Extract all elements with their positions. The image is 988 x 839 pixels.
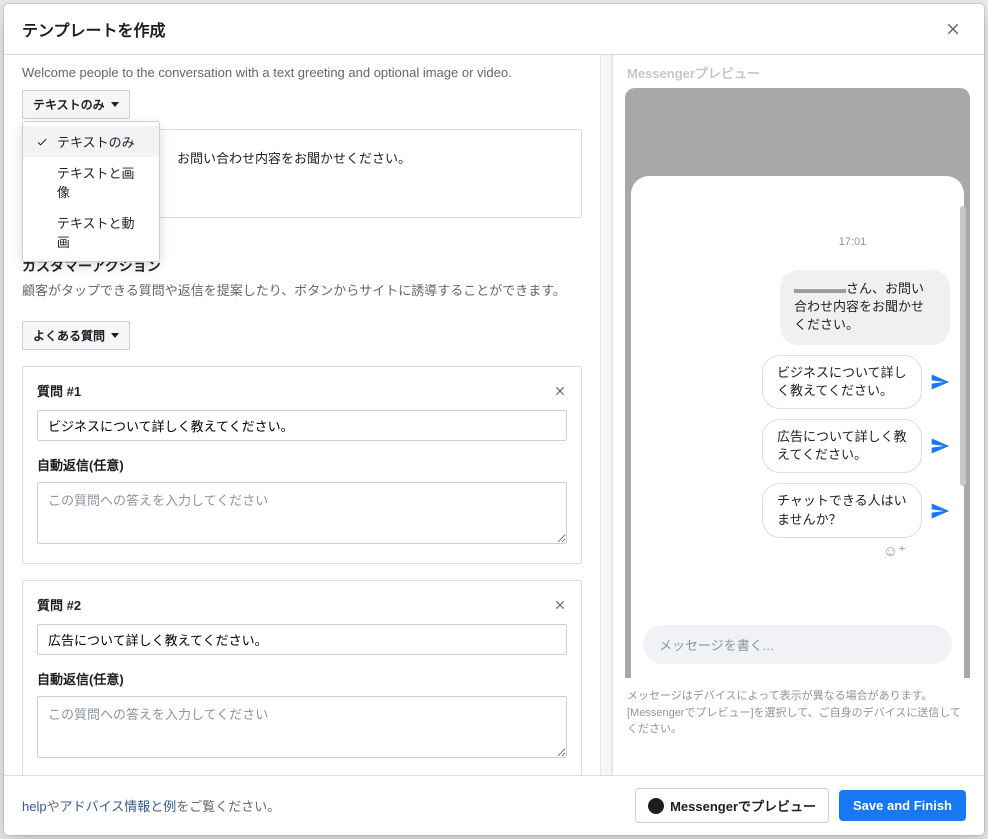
messenger-preview-button[interactable]: Messengerでプレビュー: [635, 788, 829, 823]
phone-scrollbar[interactable]: [960, 206, 966, 486]
question-2-input[interactable]: [37, 624, 567, 655]
auto-reply-2-textarea[interactable]: [37, 696, 567, 758]
footer-ya: や: [47, 799, 60, 814]
dropdown-item-label: テキストと動画: [57, 213, 147, 251]
close-icon: [553, 598, 567, 612]
suggestion-1-bubble[interactable]: ビジネスについて詳しく教えてください。: [762, 355, 922, 409]
dropdown-item-text-video[interactable]: テキストと動画: [23, 207, 159, 257]
footer-help-text: helpやアドバイス情報と例をご覧ください。: [22, 796, 280, 815]
dropdown-item-text-only[interactable]: テキストのみ: [23, 126, 159, 157]
greeting-bubble: ▬▬▬▬さん、お問い合わせ内容をお聞かせください。: [780, 270, 950, 345]
question-1-input[interactable]: [37, 410, 567, 441]
auto-reply-1-textarea[interactable]: [37, 482, 567, 544]
greeting-type-dropdown[interactable]: テキストのみ テキストのみ テキストと画像 テキストと動画: [22, 90, 130, 119]
close-icon: [553, 384, 567, 398]
suggestion-2-bubble[interactable]: 広告について詳しく教えてください。: [762, 419, 922, 473]
suggestion-row-3: チャットできる人はいませんか？: [645, 483, 950, 537]
customer-action-description: 顧客がタップできる質問や返信を提案したり、ボタンからサイトに誘導することができま…: [22, 280, 582, 299]
customer-action-dropdown[interactable]: よくある質問: [22, 321, 130, 350]
question-card-1: 質問 #1 自動返信(任意): [22, 366, 582, 564]
modal-footer: helpやアドバイス情報と例をご覧ください。 Messengerでプレビュー S…: [4, 775, 984, 835]
phone-frame: 17:01 ▬▬▬▬さん、お問い合わせ内容をお聞かせください。 ビジネスについて…: [625, 88, 970, 678]
footer-actions: Messengerでプレビュー Save and Finish: [635, 788, 966, 823]
left-panel-scrollbar[interactable]: [600, 55, 612, 775]
remove-question-1-button[interactable]: [553, 384, 567, 398]
save-finish-button[interactable]: Save and Finish: [839, 790, 966, 821]
left-panel: Welcome people to the conversation with …: [4, 55, 600, 775]
greeting-dropdown-button[interactable]: テキストのみ: [22, 90, 130, 119]
modal-window: テンプレートを作成 Welcome people to the conversa…: [4, 4, 984, 835]
dropdown-item-label: テキストと画像: [57, 163, 147, 201]
advice-link[interactable]: アドバイス情報と例: [60, 799, 177, 814]
help-link[interactable]: help: [22, 799, 47, 814]
question-header: 質問 #1: [37, 381, 567, 400]
greeting-description: Welcome people to the conversation with …: [22, 65, 582, 80]
auto-reply-2-label: 自動返信(任意): [37, 669, 567, 688]
checkmark-icon: [35, 136, 49, 148]
caret-down-icon: [111, 333, 119, 338]
chat-area: 17:01 ▬▬▬▬さん、お問い合わせ内容をお聞かせください。 ビジネスについて…: [631, 176, 964, 611]
preview-heading: Messengerプレビュー: [625, 55, 970, 86]
send-icon[interactable]: [930, 501, 950, 521]
modal-body: Welcome people to the conversation with …: [4, 55, 984, 775]
modal-title: テンプレートを作成: [22, 17, 166, 41]
question-card-2: 質問 #2 自動返信(任意): [22, 580, 582, 775]
footer-suffix: をご覧ください。: [176, 799, 280, 814]
close-modal-button[interactable]: [940, 16, 966, 42]
caret-down-icon: [111, 102, 119, 107]
auto-reply-1-label: 自動返信(任意): [37, 455, 567, 474]
suggestion-3-bubble[interactable]: チャットできる人はいませんか？: [762, 483, 922, 537]
customer-action-dropdown-button[interactable]: よくある質問: [22, 321, 130, 350]
suggestion-row-2: 広告について詳しく教えてください。: [645, 419, 950, 473]
suggestion-row-1: ビジネスについて詳しく教えてください。: [645, 355, 950, 409]
right-preview-panel: Messengerプレビュー 17:01 ▬▬▬▬さん、お問い合わせ内容をお聞か…: [612, 55, 984, 775]
remove-question-2-button[interactable]: [553, 598, 567, 612]
greeting-dropdown-menu: テキストのみ テキストと画像 テキストと動画: [22, 121, 160, 262]
messenger-icon: [648, 798, 664, 814]
messenger-preview-label: Messengerでプレビュー: [670, 796, 816, 815]
customer-action-dropdown-label: よくある質問: [33, 327, 105, 344]
chat-timestamp: 17:01: [645, 236, 950, 248]
question-header: 質問 #2: [37, 595, 567, 614]
message-input-bar[interactable]: メッセージを書く...: [643, 625, 952, 664]
question-2-label: 質問 #2: [37, 595, 81, 614]
send-icon[interactable]: [930, 436, 950, 456]
close-icon: [944, 20, 962, 38]
reaction-icon[interactable]: ☺⁺: [645, 542, 950, 560]
greeting-dropdown-label: テキストのみ: [33, 96, 105, 113]
modal-header: テンプレートを作成: [4, 4, 984, 55]
send-icon[interactable]: [930, 372, 950, 392]
customer-action-section: カスタマーアクション 顧客がタップできる質問や返信を提案したり、ボタンからサイト…: [22, 256, 582, 775]
dropdown-item-label: テキストのみ: [57, 132, 135, 151]
dropdown-item-text-image[interactable]: テキストと画像: [23, 157, 159, 207]
phone-screen: 17:01 ▬▬▬▬さん、お問い合わせ内容をお聞かせください。 ビジネスについて…: [631, 176, 964, 678]
preview-disclaimer: メッセージはデバイスによって表示が異なる場合があります。[Messengerでプ…: [625, 688, 970, 742]
question-1-label: 質問 #1: [37, 381, 81, 400]
